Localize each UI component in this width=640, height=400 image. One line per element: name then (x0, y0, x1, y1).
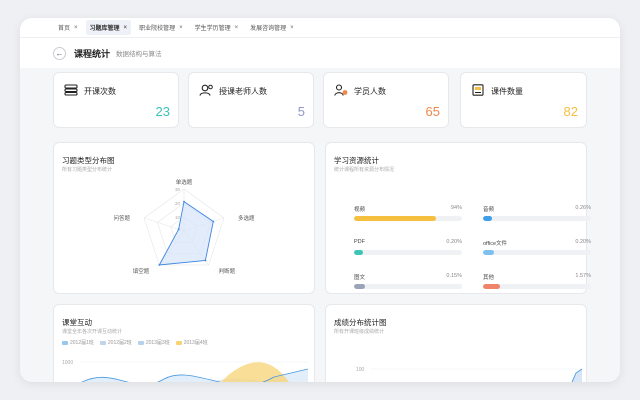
stat-value: 23 (155, 104, 170, 119)
tab-bar: 首页 × 习题库管理 × 职业院校管理 × 学生学历管理 × 发展咨询管理 × (20, 18, 620, 38)
close-icon[interactable]: × (235, 25, 239, 31)
students-icon (334, 84, 348, 96)
radar-data-point (183, 200, 185, 203)
y-tick-label: 100 (356, 367, 365, 373)
section-subtitle: 统计课程所有资源分布情况 (334, 167, 395, 173)
tab-label: 发展咨询管理 (250, 26, 287, 32)
radar-data-point (158, 264, 161, 266)
resource-bar (354, 284, 462, 289)
resource-name: 音频 (483, 207, 495, 213)
score-chart: 100 75 (356, 367, 583, 382)
page-title: 课程统计 (74, 48, 111, 59)
radar-tick-label: 10 (175, 215, 181, 220)
stat-label: 授课老师人数 (219, 87, 267, 96)
close-icon[interactable]: × (290, 25, 294, 31)
resource-percent: 0.15% (446, 273, 462, 279)
resource-bar (483, 284, 591, 289)
tab-label: 首页 (58, 26, 71, 32)
stat-label: 开课次数 (84, 87, 116, 96)
radar-axis-label: 多选题 (238, 214, 255, 222)
tab-question-bank[interactable]: 习题库管理 × (85, 20, 132, 35)
resource-bar (483, 216, 591, 221)
question-type-card: 习题类型分布图 所有习题类型分布统计 单选题 多选题 判断题 填空题 问答题 30 20 10 (53, 142, 315, 294)
teacher-icon (199, 84, 213, 96)
app-window: 首页 × 习题库管理 × 职业院校管理 × 学生学历管理 × 发展咨询管理 × ← 课程统… (20, 18, 620, 382)
resource-name: 视频 (354, 207, 366, 213)
resource-percent: 0.26% (575, 205, 591, 211)
resource-percent: 94% (450, 205, 462, 211)
resource-name: PDF (354, 239, 365, 245)
resource-bar-fill (354, 284, 365, 289)
stat-card-students: 学员人数 65 (323, 72, 449, 128)
resource-bar (354, 216, 462, 221)
close-icon[interactable]: × (179, 25, 183, 31)
radar-axis-label: 判断题 (219, 267, 236, 275)
radar-tick-label: 30 (175, 187, 181, 192)
resource-percent: 0.20% (446, 239, 462, 245)
tab-home[interactable]: 首页 × (54, 20, 82, 35)
interaction-card: 课堂互动 课堂全年各次开课互动统计 2012届1班 2012届2班 2013届3班 2… (53, 304, 315, 382)
tab-label: 习题库管理 (89, 26, 120, 32)
resources-card: 学习资源统计 统计课程所有资源分布情况 视频 94% 音频 0.26% PDF 0.20%… (325, 142, 591, 294)
y-tick-label: 1000 (62, 360, 73, 366)
radar-axis-label: 单选题 (176, 178, 193, 186)
resource-bar-fill (483, 284, 501, 289)
resource-percent: 0.20% (575, 239, 591, 245)
interaction-chart: 1000 (62, 360, 309, 382)
close-icon[interactable]: × (124, 25, 128, 31)
stat-label: 课件数量 (491, 87, 523, 96)
resource-bar (354, 250, 462, 255)
stat-card-sessions: 开课次数 23 (53, 72, 179, 128)
resource-bar-fill (354, 250, 363, 255)
resource-bar-fill (483, 216, 492, 221)
tab-label: 学生学历管理 (194, 26, 231, 32)
stat-value: 82 (563, 104, 578, 119)
page-subtitle: 数据结构与算法 (116, 51, 162, 58)
radar-tick-label: 20 (175, 201, 181, 206)
radar-data-area (158, 200, 214, 266)
stat-card-teachers: 授课老师人数 5 (188, 72, 314, 128)
resource-name: 图文 (354, 275, 366, 281)
radar-data-point (212, 220, 215, 223)
radar-chart: 单选题多选题判断题 填空题 问答题 30 20 10 (114, 178, 255, 275)
stat-value: 65 (425, 104, 440, 119)
resource-bar-fill (354, 216, 437, 221)
stat-label: 学员人数 (354, 87, 386, 96)
radar-axis-label: 填空题 (133, 267, 150, 275)
page-header: ← 课程统计 数据结构与算法 (20, 38, 620, 68)
close-icon[interactable]: × (74, 25, 78, 31)
resource-name: 其他 (483, 275, 495, 281)
resource-bar (483, 250, 591, 255)
tab-student-education[interactable]: 学生学历管理 × (191, 20, 243, 35)
back-button[interactable]: ← (53, 46, 66, 60)
radar-data-point (204, 259, 207, 262)
stat-value: 5 (297, 104, 305, 119)
radar-data-point (177, 228, 180, 231)
resource-name: office文件 (483, 241, 508, 247)
section-title: 学习资源统计 (334, 156, 379, 165)
tab-vocational-schools[interactable]: 职业院校管理 × (135, 20, 187, 35)
layers-icon (64, 84, 78, 96)
stat-card-courseware: 课件数量 82 (460, 72, 587, 128)
courseware-icon (472, 84, 484, 96)
tab-development-consulting[interactable]: 发展咨询管理 × (246, 20, 298, 35)
resource-percent: 1.57% (575, 273, 591, 279)
tab-label: 职业院校管理 (139, 26, 176, 32)
resource-bar-fill (483, 250, 494, 255)
back-arrow-icon: ← (55, 48, 64, 58)
radar-axis-label: 问答题 (114, 214, 131, 222)
score-card: 成绩分布统计图 所有开课班级成绩统计 100 75 (325, 304, 587, 382)
